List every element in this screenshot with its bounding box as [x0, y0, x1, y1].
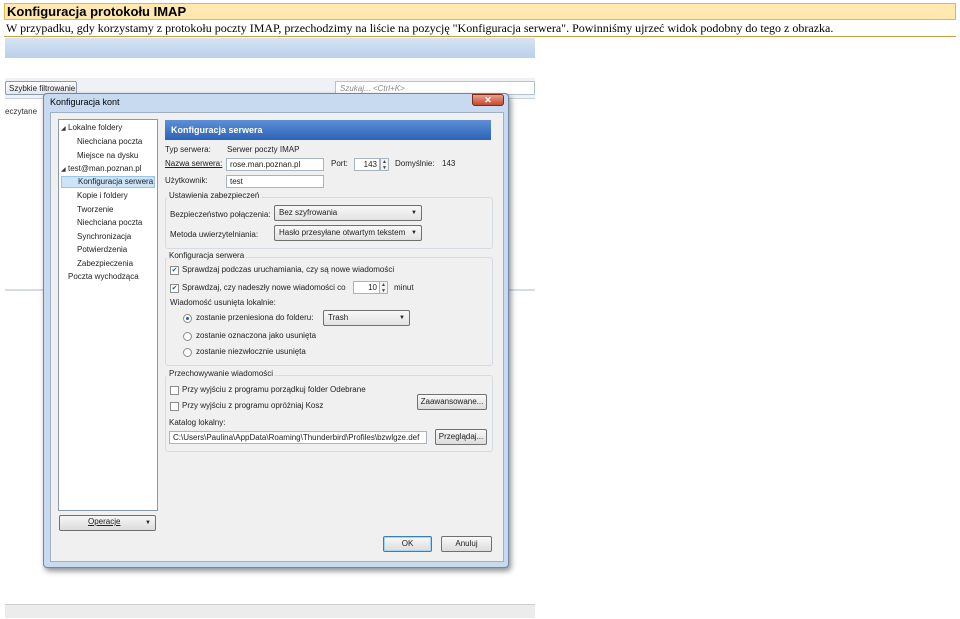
tree-item-local-folders[interactable]: ◢ Lokalne foldery: [61, 122, 122, 134]
chevron-down-icon: ▼: [411, 210, 417, 216]
tree-item-junk-local[interactable]: Niechciana poczta: [77, 136, 142, 148]
server-settings-group-title: Konfiguracja serwera: [167, 251, 247, 261]
local-directory-field[interactable]: C:\Users\Paulina\AppData\Roaming\Thunder…: [169, 431, 427, 444]
spin-down-icon[interactable]: ▼: [381, 288, 386, 294]
expand-icon[interactable]: ◢: [61, 164, 68, 176]
cleanup-inbox-checkbox[interactable]: [170, 386, 179, 395]
dialog-body: ◢ Lokalne foldery Niechciana poczta Miejs…: [50, 112, 504, 562]
server-name-field[interactable]: rose.man.poznan.pl: [226, 158, 324, 171]
tree-item-outgoing[interactable]: Poczta wychodząca: [68, 271, 139, 283]
username-field[interactable]: test: [226, 175, 324, 188]
interval-spinner[interactable]: ▲ ▼: [379, 281, 388, 294]
chevron-down-icon: ▼: [399, 315, 405, 321]
app-toolbar: [5, 38, 535, 58]
check-startup-checkbox[interactable]: ✔: [170, 266, 179, 275]
article-title: Konfiguracja protokołu IMAP: [7, 4, 187, 19]
port-spinner[interactable]: ▲ ▼: [380, 158, 389, 171]
connection-security-label: Bezpieczeństwo połączenia:: [170, 210, 271, 219]
default-port-label: Domyślnie:: [395, 159, 435, 168]
empty-trash-label: Przy wyjściu z programu opróżniaj Kosz: [182, 401, 324, 410]
auth-method-label: Metoda uwierzytelniania:: [170, 230, 259, 239]
expand-icon[interactable]: ◢: [61, 123, 68, 135]
username-label: Użytkownik:: [165, 176, 208, 185]
auth-method-value: Hasło przesyłane otwartym tekstem: [279, 228, 406, 237]
tree-item-label: Lokalne foldery: [68, 123, 123, 132]
empty-trash-checkbox[interactable]: [170, 402, 179, 411]
tree-item-receipts[interactable]: Potwierdzenia: [77, 244, 127, 256]
cleanup-inbox-label: Przy wyjściu z programu porządkuj folder…: [182, 385, 366, 394]
tree-item-account[interactable]: ◢ test@man.poznan.pl: [61, 163, 142, 175]
advanced-button[interactable]: Zaawansowane...: [417, 394, 487, 410]
browse-button[interactable]: Przeglądaj...: [435, 429, 487, 445]
server-name-label: Nazwa serwera:: [165, 159, 223, 168]
account-settings-dialog: Konfiguracja kont ✕ ◢ Lokalne foldery Nie…: [43, 93, 509, 568]
chevron-down-icon: ▼: [145, 520, 151, 526]
interval-unit-label: minut: [394, 283, 414, 292]
connection-security-select[interactable]: Bez szyfrowania ▼: [274, 205, 422, 221]
check-interval-label: Sprawdzaj, czy nadeszły nowe wiadomości …: [182, 283, 346, 292]
auth-method-select[interactable]: Hasło przesyłane otwartym tekstem ▼: [274, 225, 422, 241]
thunderbird-screenshot: Szybkie filtrowanie Szukaj... <Ctrl+K> e…: [5, 38, 535, 618]
radio-delete-label: zostanie niezwłocznie usunięta: [196, 347, 306, 356]
unread-column-label: eczytane: [5, 107, 38, 116]
close-button[interactable]: ✕: [472, 94, 504, 106]
port-label: Port:: [331, 159, 348, 168]
radio-delete-now[interactable]: [183, 348, 192, 357]
check-interval-checkbox[interactable]: ✔: [170, 284, 179, 293]
radio-move-to-folder[interactable]: [183, 314, 192, 323]
page-title: Konfiguracja serwera: [165, 120, 491, 140]
account-tree: ◢ Lokalne foldery Niechciana poczta Miejs…: [58, 119, 158, 511]
port-field[interactable]: 143: [354, 158, 380, 171]
connection-security-value: Bez szyfrowania: [279, 208, 338, 217]
tree-item-copies-folders[interactable]: Kopie i foldery: [77, 190, 128, 202]
article-header: Konfiguracja protokołu IMAP: [4, 3, 956, 20]
header-divider: [4, 36, 956, 37]
tree-item-server-settings[interactable]: Konfiguracja serwera: [61, 176, 155, 188]
storage-group-title: Przechowywanie wiadomości: [167, 369, 276, 379]
chevron-down-icon: ▼: [411, 230, 417, 236]
security-group-title: Ustawienia zabezpieczeń: [167, 191, 262, 201]
check-startup-label: Sprawdzaj podczas uruchamiania, czy są n…: [182, 265, 395, 274]
operations-label: Operacje: [88, 517, 121, 526]
tree-item-security[interactable]: Zabezpieczenia: [77, 258, 133, 270]
close-icon: ✕: [484, 95, 492, 105]
radio-mark-label: zostanie oznaczona jako usunięta: [196, 331, 317, 340]
trash-folder-select[interactable]: Trash ▼: [323, 310, 410, 326]
radio-mark-deleted[interactable]: [183, 332, 192, 341]
article-description: W przypadku, gdy korzystamy z protokołu …: [6, 21, 834, 35]
interval-field[interactable]: 10: [353, 281, 380, 294]
server-type-label: Typ serwera:: [165, 145, 211, 154]
trash-folder-value: Trash: [328, 313, 349, 322]
ok-button[interactable]: OK: [383, 536, 432, 552]
tree-item-sync[interactable]: Synchronizacja: [77, 231, 131, 243]
spin-down-icon[interactable]: ▼: [382, 165, 387, 171]
server-type-value: Serwer poczty IMAP: [227, 145, 300, 154]
tree-item-label: test@man.poznan.pl: [68, 164, 142, 173]
tree-item-disk-space[interactable]: Miejsce na dysku: [77, 150, 138, 162]
local-directory-label: Katalog lokalny:: [169, 418, 226, 427]
status-bar: [5, 604, 535, 618]
cancel-button[interactable]: Anuluj: [441, 536, 492, 552]
dialog-title: Konfiguracja kont: [50, 97, 120, 107]
tree-item-composition[interactable]: Tworzenie: [77, 204, 113, 216]
operations-button[interactable]: Operacje ▼: [59, 515, 156, 531]
default-port-value: 143: [442, 159, 456, 168]
deleted-message-label: Wiadomość usunięta lokalnie:: [170, 298, 276, 307]
radio-move-label: zostanie przeniesiona do folderu:: [196, 313, 314, 322]
tree-item-junk-account[interactable]: Niechciana poczta: [77, 217, 142, 229]
